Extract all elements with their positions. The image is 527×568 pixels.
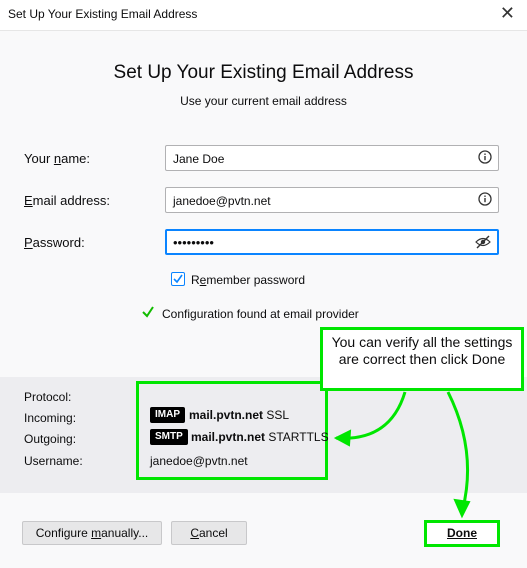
cancel-button[interactable]: Cancel <box>171 521 247 545</box>
done-label: Done <box>447 526 477 540</box>
arrow-to-config-head <box>333 429 352 447</box>
arrow-to-done-head <box>453 498 471 519</box>
done-button[interactable]: Done <box>424 520 500 547</box>
annotation-arrows <box>333 391 471 519</box>
arrow-to-done <box>446 391 470 513</box>
configure-manually-button[interactable]: Configure manually... <box>22 521 162 545</box>
arrow-to-config <box>335 391 407 440</box>
